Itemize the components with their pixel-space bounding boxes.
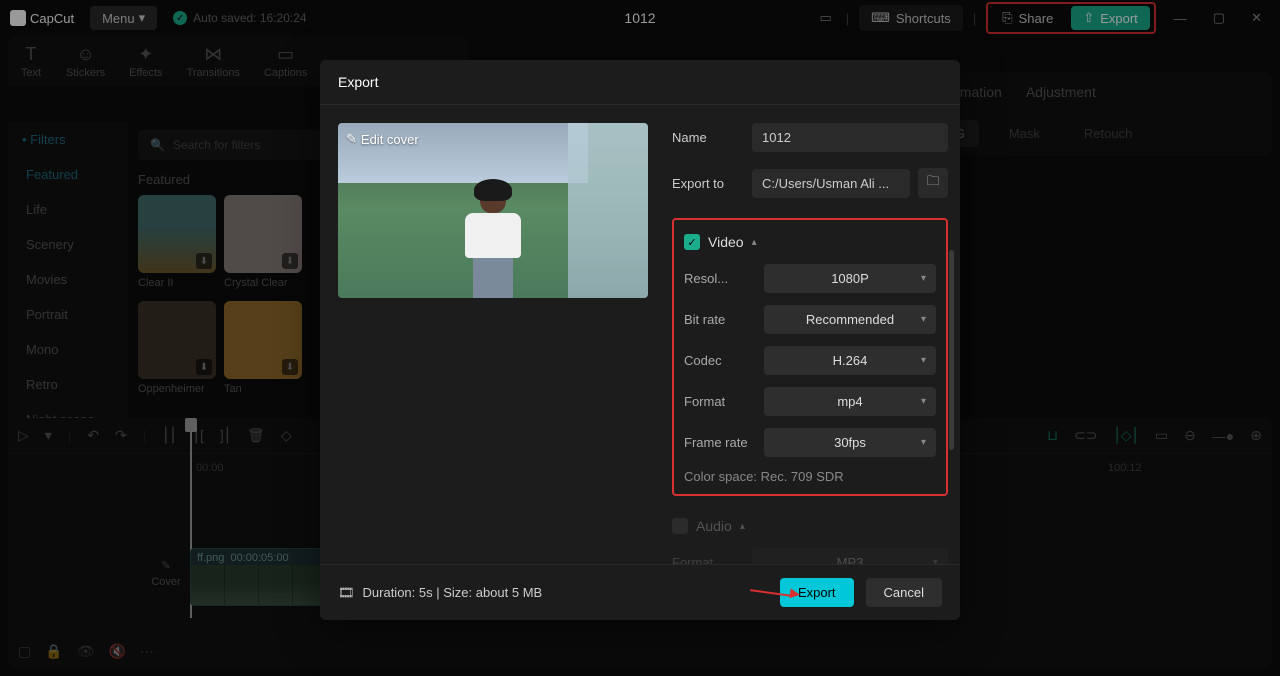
format-label: Format [684,394,764,409]
name-label: Name [672,130,752,145]
chevron-down-icon: ▾ [921,314,926,325]
bitrate-dropdown[interactable]: Recommended▾ [764,305,936,334]
exportto-label: Export to [672,176,752,191]
framerate-dropdown[interactable]: 30fps▾ [764,428,936,457]
audio-format-label: Format [672,555,752,564]
modal-footer: 🎞 Duration: 5s | Size: about 5 MB Export… [320,564,960,620]
video-section-title: Video [708,234,744,250]
collapse-icon[interactable]: ▴ [740,521,745,532]
film-icon: 🎞 [338,585,355,601]
video-settings-section: ✓ Video ▴ Resol... 1080P▾ Bit rate Recom… [672,218,948,496]
cancel-button[interactable]: Cancel [866,578,942,607]
color-space-info: Color space: Rec. 709 SDR [684,469,936,484]
name-input[interactable] [752,123,948,152]
format-dropdown[interactable]: mp4▾ [764,387,936,416]
pencil-icon: ✎ [346,131,357,147]
chevron-down-icon: ▾ [921,355,926,366]
export-info: 🎞 Duration: 5s | Size: about 5 MB [338,585,542,601]
chevron-down-icon: ▾ [921,437,926,448]
annotation-arrow [750,582,800,602]
framerate-label: Frame rate [684,435,764,450]
resolution-dropdown[interactable]: 1080P▾ [764,264,936,293]
edit-cover-button[interactable]: ✎ Edit cover [346,131,419,147]
chevron-down-icon: ▾ [921,273,926,284]
audio-settings-section: Audio ▴ Format MP3▾ [672,518,948,564]
codec-label: Codec [684,353,764,368]
cover-preview: ✎ Edit cover [338,123,648,298]
audio-section-title: Audio [696,518,732,534]
export-modal: Export ✎ Edit cover Name [320,60,960,620]
browse-folder-button[interactable]: 🗀 [918,168,948,198]
audio-format-dropdown[interactable]: MP3▾ [752,548,948,564]
exportto-path[interactable]: C:/Users/Usman Ali ... [752,169,910,198]
scrollbar[interactable] [949,250,954,450]
folder-icon: 🗀 [926,172,939,194]
codec-dropdown[interactable]: H.264▾ [764,346,936,375]
chevron-down-icon: ▾ [933,557,938,564]
modal-title: Export [320,60,960,105]
collapse-icon[interactable]: ▴ [752,237,757,248]
bitrate-label: Bit rate [684,312,764,327]
audio-checkbox[interactable] [672,518,688,534]
chevron-down-icon: ▾ [921,396,926,407]
video-checkbox[interactable]: ✓ [684,234,700,250]
resolution-label: Resol... [684,271,764,286]
